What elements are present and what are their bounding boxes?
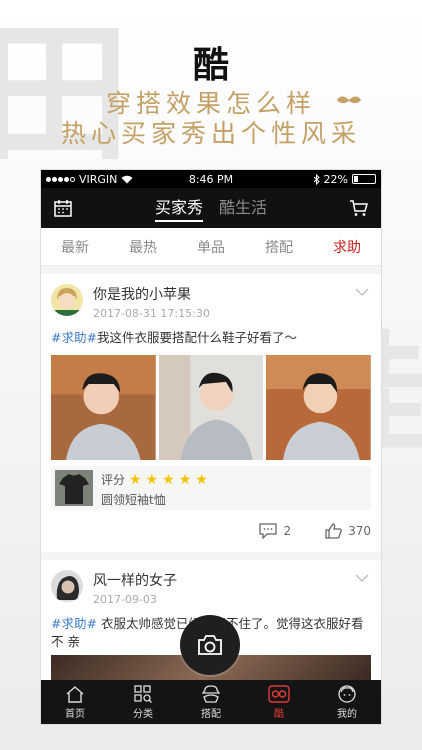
comment-button[interactable]: 2 (259, 523, 291, 539)
subnav-match[interactable]: 搭配 (265, 237, 293, 257)
star-icon: ★ (129, 471, 142, 488)
tab-cool-life[interactable]: 酷生活 (219, 194, 267, 222)
chevron-down-icon[interactable] (355, 574, 369, 582)
product-card[interactable]: 评分 ★ ★ ★ ★ ★ 圆领短袖t恤 (51, 466, 371, 510)
profile-icon (338, 684, 356, 703)
camera-icon (198, 635, 222, 655)
comment-icon (259, 523, 278, 539)
post-card: 你是我的小苹果 2017-08-31 17:15:30 #求助#我这件衣服要搭配… (41, 274, 381, 552)
subnav-single[interactable]: 单品 (197, 237, 225, 257)
like-button[interactable]: 370 (325, 523, 371, 539)
rating-label: 评分 (101, 473, 126, 487)
category-icon (134, 684, 152, 703)
bottom-nav-home[interactable]: 首页 (41, 680, 109, 724)
post-date: 2017-08-31 17:15:30 (93, 307, 210, 320)
post-date: 2017-09-03 (93, 593, 157, 606)
post-photo[interactable] (266, 355, 372, 460)
bottom-nav-match[interactable]: 搭配 (177, 680, 245, 724)
star-icon: ★ (178, 471, 192, 488)
app-bar: 买家秀 酷生活 (41, 188, 381, 228)
like-count: 370 (348, 524, 371, 538)
bottom-nav-mine[interactable]: 我的 (313, 680, 381, 724)
bottom-nav-category[interactable]: 分类 (109, 680, 177, 724)
avatar[interactable] (51, 570, 83, 602)
star-icon: ★ (162, 471, 175, 488)
post-tag[interactable]: #求助# (51, 616, 97, 631)
product-thumbnail[interactable] (55, 470, 93, 506)
subnav-help[interactable]: 求助 (333, 237, 361, 257)
star-icon: ★ (195, 471, 208, 488)
post-photo[interactable] (51, 355, 156, 460)
bottom-nav-cool[interactable]: 酷 (245, 680, 313, 724)
post-photos (51, 355, 372, 460)
post-tag[interactable]: #求助# (51, 330, 97, 345)
star-icon: ★ (145, 471, 159, 488)
post-text: #求助#我这件衣服要搭配什么鞋子好看了～ (51, 330, 297, 345)
post-username[interactable]: 你是我的小苹果 (93, 284, 210, 304)
clock: 8:46 PM (188, 172, 234, 186)
status-bar: VIRGIN 8:46 PM 22% (41, 170, 381, 188)
comment-count: 2 (283, 524, 292, 538)
cool-glasses-icon (268, 684, 290, 703)
avatar[interactable] (51, 284, 83, 316)
camera-button[interactable] (180, 615, 240, 675)
mustache-icon (337, 96, 361, 104)
thumbs-up-icon (325, 523, 342, 539)
home-icon (66, 685, 84, 703)
post-actions: 2 370 (51, 510, 371, 552)
subnav-latest[interactable]: 最新 (61, 237, 89, 257)
post-username[interactable]: 风一样的女子 (93, 570, 177, 590)
post-photo[interactable] (158, 355, 264, 460)
product-name: 圆领短袖t恤 (101, 493, 166, 507)
hero-title: 酷 (192, 45, 229, 86)
bottom-nav: 首页 分类 搭配 酷 我的 (41, 680, 381, 724)
slogan-line-2: 热心买家秀出个性风采 (60, 119, 361, 148)
sub-nav: 最新 最热 单品 搭配 求助 (41, 228, 381, 266)
tab-buyer-show[interactable]: 买家秀 (154, 194, 203, 222)
chevron-down-icon[interactable] (355, 288, 369, 296)
product-rating: 评分 ★ ★ ★ ★ ★ (101, 471, 208, 488)
subnav-hottest[interactable]: 最热 (129, 237, 157, 257)
outfit-icon (201, 684, 221, 703)
